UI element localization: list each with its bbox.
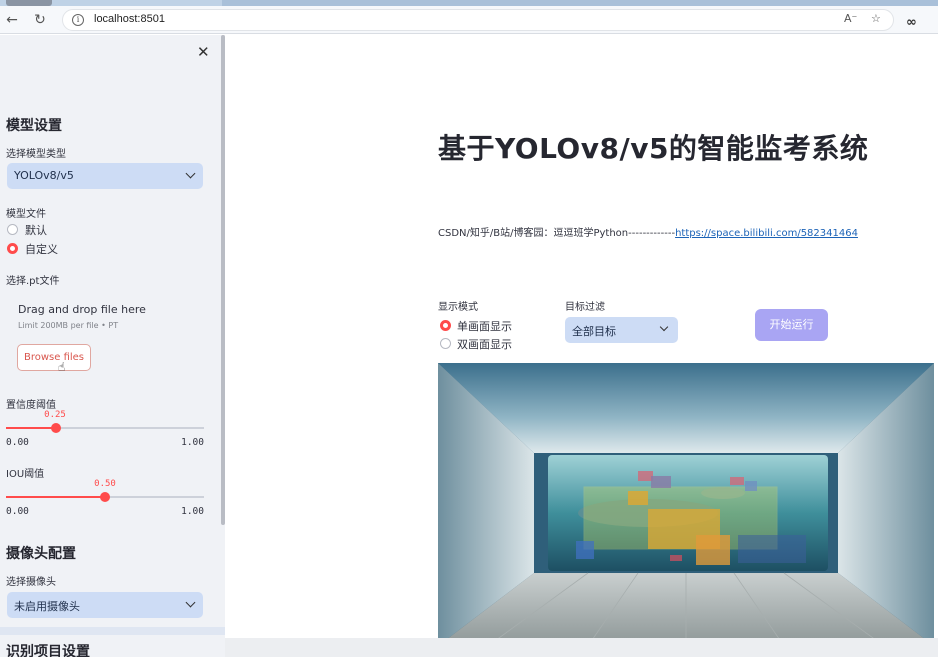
iou-value: 0.50 bbox=[94, 479, 116, 489]
confidence-slider-fill bbox=[6, 427, 56, 429]
sidebar: ✕ 模型设置 选择模型类型 YOLOv8/v5 模型文件 默认 自定义 选择.p… bbox=[0, 35, 225, 657]
browser-toolbar: ← ↻ i localhost:8501 A⁻ ☆ ∞ bbox=[0, 6, 938, 34]
chevron-down-icon bbox=[185, 168, 196, 179]
camera-header: 摄像头配置 bbox=[6, 546, 76, 562]
page-title: 基于YOLOv8/v5的智能监考系统 bbox=[438, 132, 869, 165]
camera-label: 选择摄像头 bbox=[6, 577, 56, 588]
iou-slider-thumb[interactable] bbox=[100, 492, 110, 502]
model-type-label: 选择模型类型 bbox=[6, 149, 66, 160]
start-run-button[interactable]: 开始运行 bbox=[755, 309, 828, 341]
chevron-down-icon bbox=[185, 597, 196, 608]
url-text[interactable]: localhost:8501 bbox=[94, 13, 165, 25]
iou-slider-fill bbox=[6, 496, 105, 498]
preview-image bbox=[438, 363, 934, 646]
confidence-slider-thumb[interactable] bbox=[50, 423, 61, 433]
camera-value: 未启用摄像头 bbox=[14, 600, 80, 613]
model-file-label: 模型文件 bbox=[6, 209, 46, 220]
pt-file-label: 选择.pt文件 bbox=[6, 276, 60, 287]
camera-select[interactable]: 未启用摄像头 bbox=[7, 592, 203, 618]
model-file-option-default[interactable]: 默认 bbox=[25, 222, 47, 238]
iou-max: 1.00 bbox=[181, 506, 204, 517]
dropzone-title[interactable]: Drag and drop file here bbox=[18, 303, 146, 316]
model-file-radio-custom[interactable] bbox=[7, 243, 18, 254]
credit-text: CSDN/知乎/B站/博客园：逗逗班学Python------------- bbox=[438, 228, 676, 239]
credit-link[interactable]: https://space.bilibili.com/582341464 bbox=[675, 228, 858, 239]
model-file-option-custom[interactable]: 自定义 bbox=[25, 241, 58, 257]
reload-icon[interactable]: ↻ bbox=[30, 10, 50, 30]
confidence-slider[interactable] bbox=[6, 423, 204, 433]
model-type-value: YOLOv8/v5 bbox=[14, 169, 74, 182]
confidence-max: 1.00 bbox=[181, 437, 204, 448]
display-mode-option-dual[interactable]: 双画面显示 bbox=[457, 336, 512, 352]
dropzone-limit: Limit 200MB per file • PT bbox=[18, 321, 119, 330]
infinity-icon[interactable]: ∞ bbox=[906, 15, 917, 30]
target-filter-label: 目标过滤 bbox=[565, 302, 605, 313]
confidence-value: 0.25 bbox=[44, 410, 66, 420]
model-settings-header: 模型设置 bbox=[6, 118, 62, 134]
target-filter-select[interactable]: 全部目标 bbox=[565, 317, 678, 343]
star-icon[interactable]: ☆ bbox=[871, 12, 881, 25]
target-filter-value: 全部目标 bbox=[572, 325, 616, 338]
browse-files-button[interactable]: Browse files bbox=[17, 344, 91, 371]
confidence-label: 置信度阈值 bbox=[6, 400, 56, 411]
sidebar-scrollbar[interactable] bbox=[221, 35, 225, 525]
model-file-radio-default[interactable] bbox=[7, 224, 18, 235]
sidebar-divider bbox=[0, 627, 225, 635]
confidence-min: 0.00 bbox=[6, 437, 29, 448]
display-mode-label: 显示模式 bbox=[438, 302, 478, 313]
display-mode-option-single[interactable]: 单画面显示 bbox=[457, 318, 512, 334]
address-bar[interactable]: i localhost:8501 A⁻ ☆ bbox=[62, 9, 894, 31]
status-strip bbox=[225, 638, 938, 657]
credit-line: CSDN/知乎/B站/博客园：逗逗班学Python-------------ht… bbox=[438, 224, 858, 239]
iou-min: 0.00 bbox=[6, 506, 29, 517]
model-type-select[interactable]: YOLOv8/v5 bbox=[7, 163, 203, 189]
hand-cursor-icon: ☝ bbox=[58, 360, 66, 374]
chevron-down-icon bbox=[659, 322, 669, 332]
recognition-header: 识别项目设置 bbox=[6, 644, 90, 657]
close-icon[interactable]: ✕ bbox=[197, 43, 210, 61]
arrow-left-icon[interactable]: ← bbox=[2, 10, 22, 30]
info-icon[interactable]: i bbox=[72, 14, 84, 26]
display-mode-radio-single[interactable] bbox=[440, 320, 451, 331]
iou-label: IOU阈值 bbox=[6, 469, 45, 480]
iou-slider[interactable] bbox=[6, 492, 204, 502]
display-mode-radio-dual[interactable] bbox=[440, 338, 451, 349]
read-aloud-icon[interactable]: A⁻ bbox=[844, 12, 857, 25]
